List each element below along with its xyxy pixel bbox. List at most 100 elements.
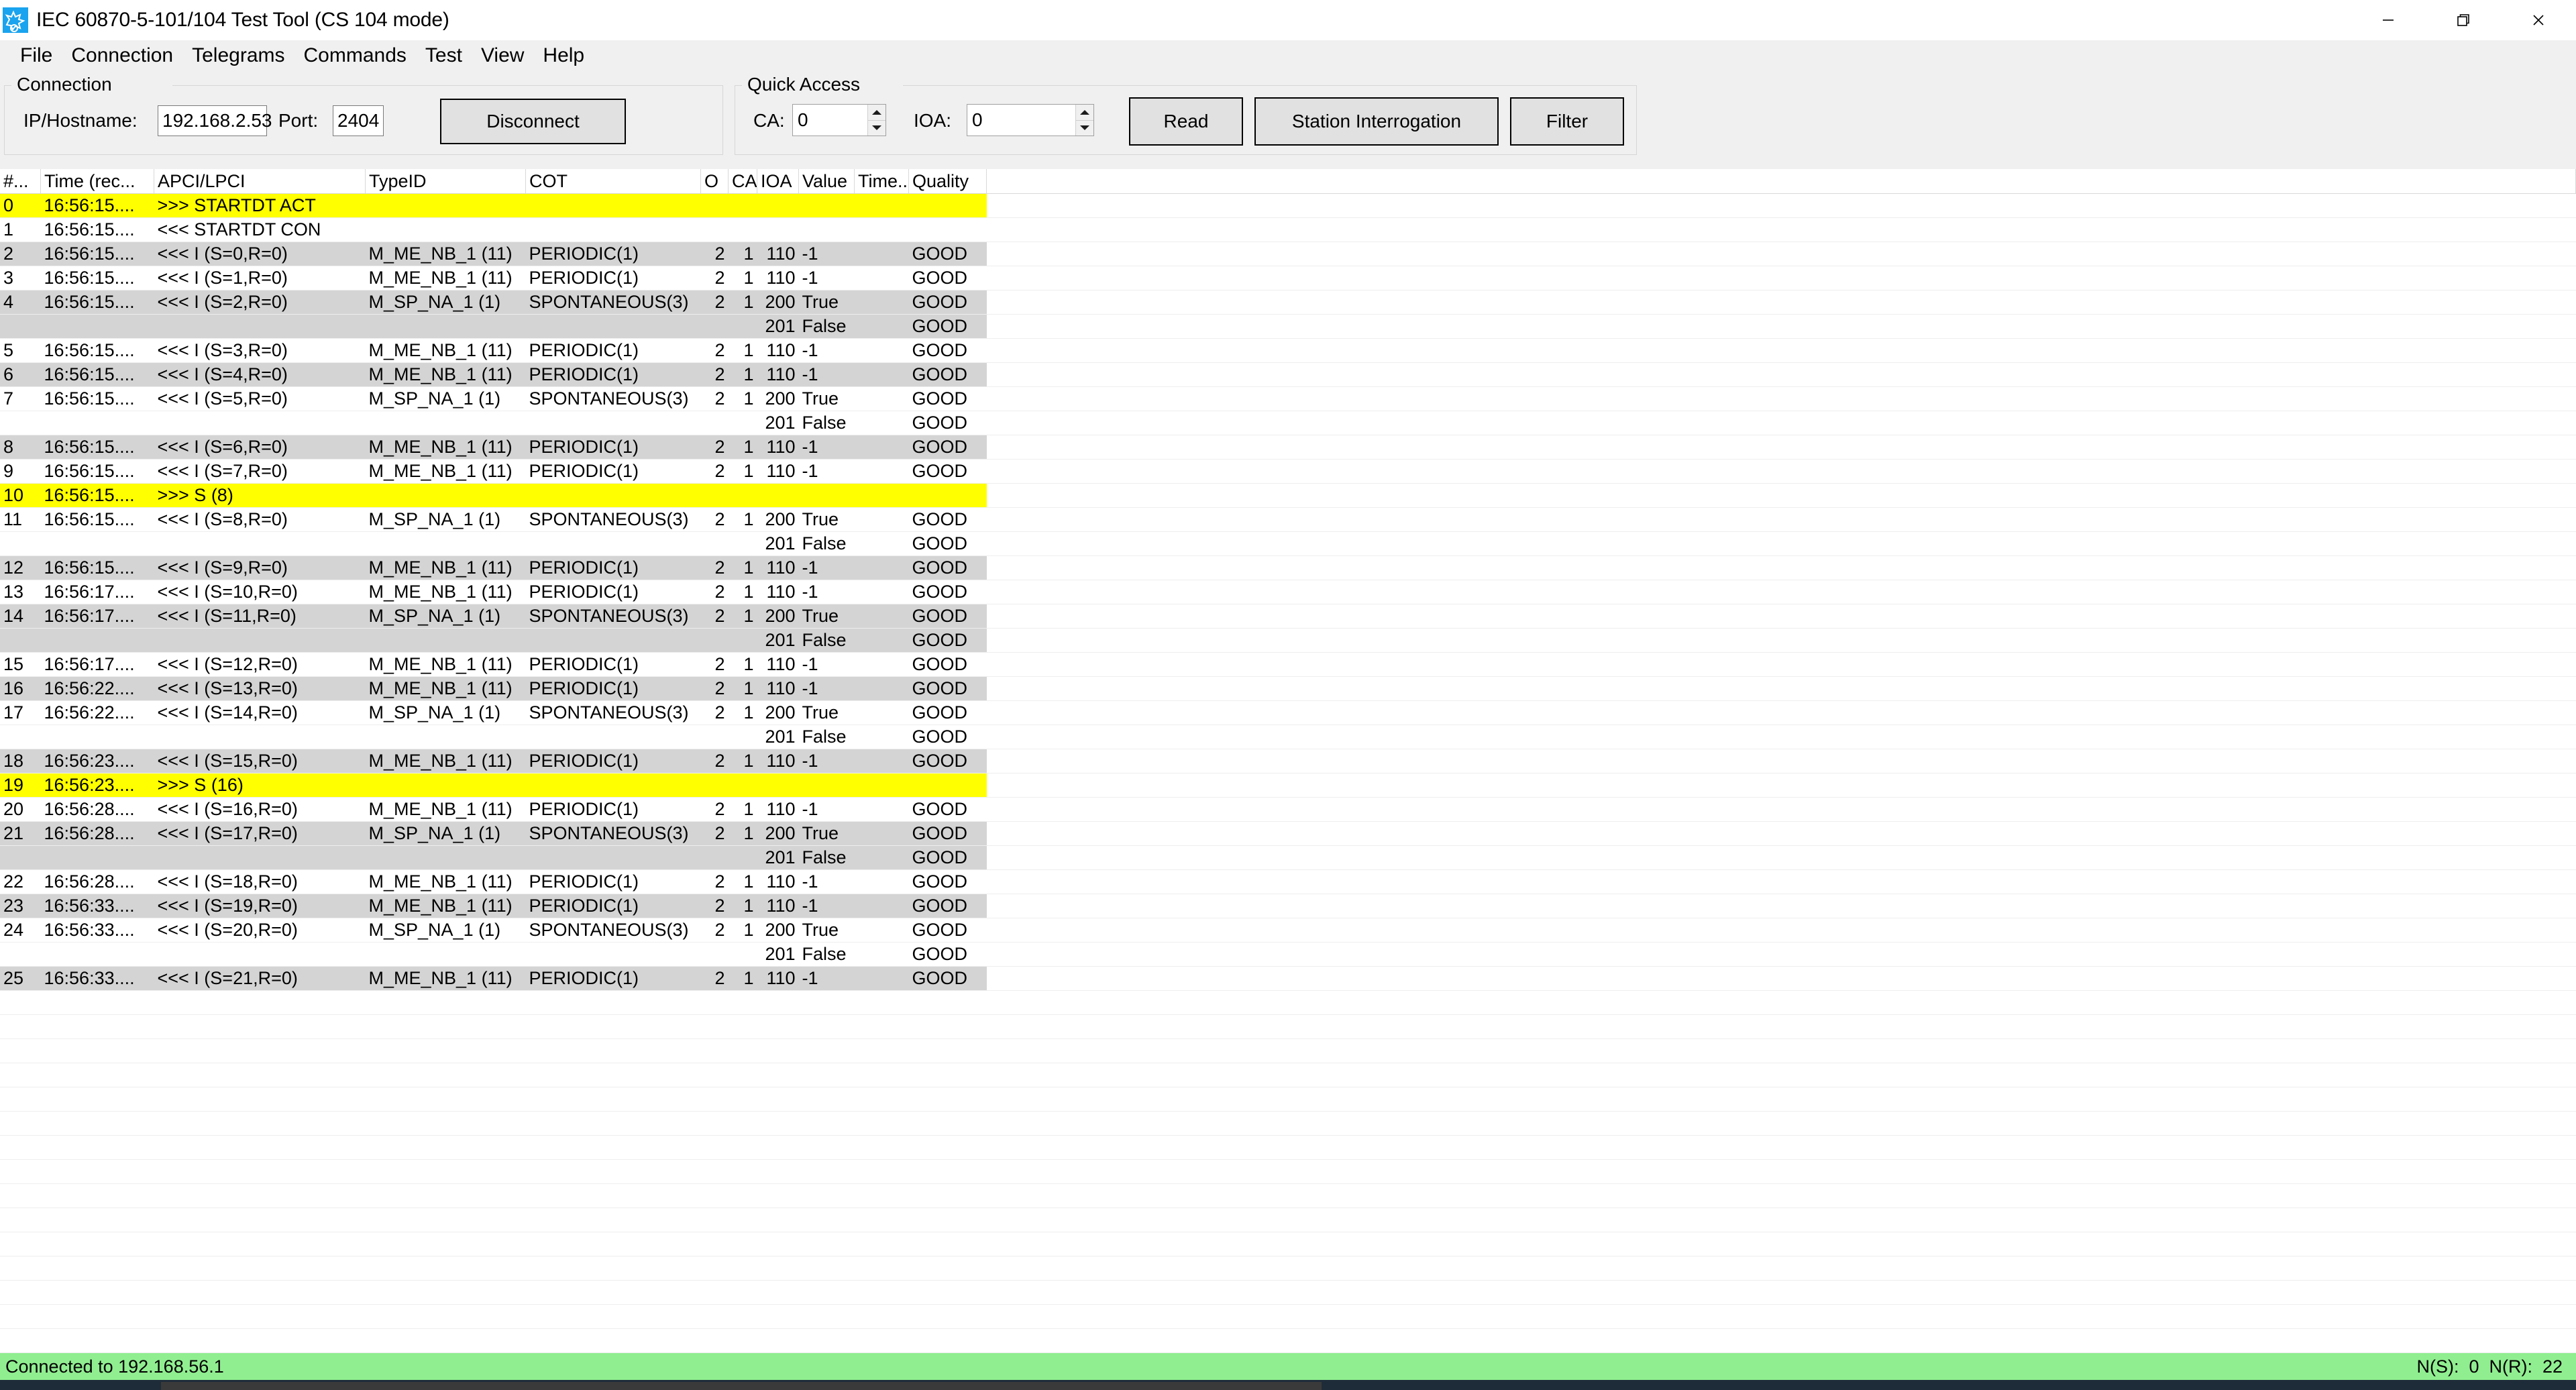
cell-cot (525, 193, 701, 218)
table-row[interactable]: 22 16:56:28.... <<< I (S=18,R=0) M_ME_NB_1 … (0, 869, 2576, 894)
menu-item-view[interactable]: View (472, 40, 533, 70)
table-row[interactable]: 1 16:56:15.... <<< STARTDT CON (0, 217, 2576, 242)
table-row[interactable]: 25 16:56:33.... <<< I (S=21,R=0) M_ME_NB_1 … (0, 966, 2576, 991)
menu-item-file[interactable]: File (11, 40, 62, 70)
empty-row (0, 1280, 2576, 1305)
cell-filler (986, 676, 2576, 701)
table-row[interactable]: 3 16:56:15.... <<< I (S=1,R=0) M_ME_NB_1 (1… (0, 266, 2576, 290)
table-row[interactable]: 23 16:56:33.... <<< I (S=19,R=0) M_ME_NB_1 … (0, 894, 2576, 918)
table-row[interactable]: 14 16:56:17.... <<< I (S=11,R=0) M_SP_NA_1 … (0, 604, 2576, 629)
empty-cell (854, 1256, 909, 1281)
cell-index: 14 (0, 604, 41, 629)
ca-stepper[interactable]: 0 (792, 104, 886, 136)
ioa-stepper-buttons[interactable] (1075, 105, 1093, 136)
empty-cell (757, 1014, 799, 1039)
table-row[interactable]: 15 16:56:17.... <<< I (S=12,R=0) M_ME_NB_1 … (0, 652, 2576, 677)
menu-item-commands[interactable]: Commands (294, 40, 416, 70)
table-row[interactable]: 5 16:56:15.... <<< I (S=3,R=0) M_ME_NB_1 (1… (0, 338, 2576, 363)
table-row[interactable]: 7 16:56:15.... <<< I (S=5,R=0) M_SP_NA_1 (1… (0, 386, 2576, 411)
table-row[interactable]: 201 False GOOD (0, 942, 2576, 967)
table-row[interactable]: 201 False GOOD (0, 531, 2576, 556)
table-row[interactable]: 12 16:56:15.... <<< I (S=9,R=0) M_ME_NB_1 (… (0, 555, 2576, 580)
ioa-input[interactable]: 0 (967, 105, 1075, 136)
filter-button[interactable]: Filter (1510, 97, 1624, 146)
restore-button[interactable] (2426, 0, 2501, 40)
cell-time: 16:56:17.... (40, 652, 154, 677)
column-header-value[interactable]: Value (798, 169, 855, 194)
empty-cell (854, 1183, 909, 1208)
cell-apci: <<< I (S=6,R=0) (154, 435, 366, 460)
table-row[interactable]: 8 16:56:15.... <<< I (S=6,R=0) M_ME_NB_1 (1… (0, 435, 2576, 460)
close-button[interactable] (2501, 0, 2576, 40)
table-row[interactable]: 19 16:56:23.... >>> S (16) (0, 773, 2576, 798)
cell-apci: <<< I (S=13,R=0) (154, 676, 366, 701)
menu-item-help[interactable]: Help (533, 40, 594, 70)
station-interrogation-button[interactable]: Station Interrogation (1254, 97, 1499, 146)
table-row[interactable]: 9 16:56:15.... <<< I (S=7,R=0) M_ME_NB_1 (1… (0, 459, 2576, 484)
table-row[interactable]: 11 16:56:15.... <<< I (S=8,R=0) M_SP_NA_1 (… (0, 507, 2576, 532)
table-row[interactable]: 201 False GOOD (0, 314, 2576, 339)
empty-cell (986, 1208, 2576, 1232)
table-row[interactable]: 201 False GOOD (0, 628, 2576, 653)
empty-cell (40, 1183, 154, 1208)
column-header-quality[interactable]: Quality (908, 169, 987, 194)
ioa-stepper-up-icon[interactable] (1076, 105, 1093, 121)
cell-typeid: M_ME_NB_1 (11) (365, 894, 526, 918)
table-row[interactable]: 6 16:56:15.... <<< I (S=4,R=0) M_ME_NB_1 (1… (0, 362, 2576, 387)
ip-hostname-input[interactable]: 192.168.2.53 (158, 105, 272, 136)
ioa-stepper-down-icon[interactable] (1076, 121, 1093, 136)
cell-filler (986, 531, 2576, 556)
port-input[interactable]: 2404 (333, 105, 384, 136)
empty-cell (798, 1159, 855, 1184)
empty-cell (0, 1304, 41, 1329)
column-header-cot[interactable]: COT (525, 169, 701, 194)
read-button[interactable]: Read (1129, 97, 1243, 146)
cell-time2 (854, 193, 909, 218)
ioa-stepper[interactable]: 0 (967, 104, 1094, 136)
table-row[interactable]: 13 16:56:17.... <<< I (S=10,R=0) M_ME_NB_1 … (0, 580, 2576, 604)
column-header-ca[interactable]: CA (728, 169, 757, 194)
ca-input[interactable]: 0 (793, 105, 867, 136)
taskbar-window-item[interactable] (161, 1382, 1322, 1390)
menu-item-test[interactable]: Test (416, 40, 472, 70)
table-row[interactable]: 4 16:56:15.... <<< I (S=2,R=0) M_SP_NA_1 (1… (0, 290, 2576, 315)
cell-cot (525, 411, 701, 435)
table-row[interactable]: 17 16:56:22.... <<< I (S=14,R=0) M_SP_NA_1 … (0, 700, 2576, 725)
table-row[interactable]: 0 16:56:15.... >>> STARTDT ACT (0, 193, 2576, 218)
column-header-apci[interactable]: APCI/LPCI (154, 169, 366, 194)
column-header-time[interactable]: Time (rec... (40, 169, 154, 194)
empty-cell (700, 1159, 729, 1184)
cell-quality: GOOD (908, 580, 987, 604)
table-row[interactable]: 20 16:56:28.... <<< I (S=16,R=0) M_ME_NB_1 … (0, 797, 2576, 822)
empty-cell (908, 1280, 987, 1305)
table-row[interactable]: 24 16:56:33.... <<< I (S=20,R=0) M_SP_NA_1 … (0, 918, 2576, 943)
ca-stepper-buttons[interactable] (867, 105, 885, 136)
minimize-button[interactable] (2351, 0, 2426, 40)
table-row[interactable]: 21 16:56:28.... <<< I (S=17,R=0) M_SP_NA_1 … (0, 821, 2576, 846)
table-row[interactable]: 10 16:56:15.... >>> S (8) (0, 483, 2576, 508)
column-header-typeid[interactable]: TypeID (365, 169, 526, 194)
column-header-index[interactable]: #... (0, 169, 41, 194)
table-row[interactable]: 201 False GOOD (0, 411, 2576, 435)
menu-item-telegrams[interactable]: Telegrams (182, 40, 294, 70)
column-header-time2[interactable]: Time... (854, 169, 909, 194)
cell-ca (728, 725, 757, 749)
cell-ioa: 110 (757, 266, 799, 290)
table-row[interactable]: 201 False GOOD (0, 725, 2576, 749)
menu-item-connection[interactable]: Connection (62, 40, 182, 70)
table-row[interactable]: 201 False GOOD (0, 845, 2576, 870)
ca-stepper-up-icon[interactable] (868, 105, 885, 121)
table-row[interactable]: 16 16:56:22.... <<< I (S=13,R=0) M_ME_NB_1 … (0, 676, 2576, 701)
column-header-ioa[interactable]: IOA (757, 169, 799, 194)
cell-ioa: 110 (757, 966, 799, 991)
telegram-grid-container[interactable]: #... Time (rec... APCI/LPCI TypeID COT O… (0, 169, 2576, 1353)
ca-stepper-down-icon[interactable] (868, 121, 885, 136)
empty-cell (365, 1328, 526, 1353)
column-header-o[interactable]: O (700, 169, 729, 194)
disconnect-button[interactable]: Disconnect (440, 99, 626, 144)
table-row[interactable]: 2 16:56:15.... <<< I (S=0,R=0) M_ME_NB_1 (1… (0, 242, 2576, 266)
cell-time2 (854, 217, 909, 242)
cell-apci: <<< I (S=1,R=0) (154, 266, 366, 290)
table-row[interactable]: 18 16:56:23.... <<< I (S=15,R=0) M_ME_NB_1 … (0, 749, 2576, 773)
cell-quality: GOOD (908, 266, 987, 290)
